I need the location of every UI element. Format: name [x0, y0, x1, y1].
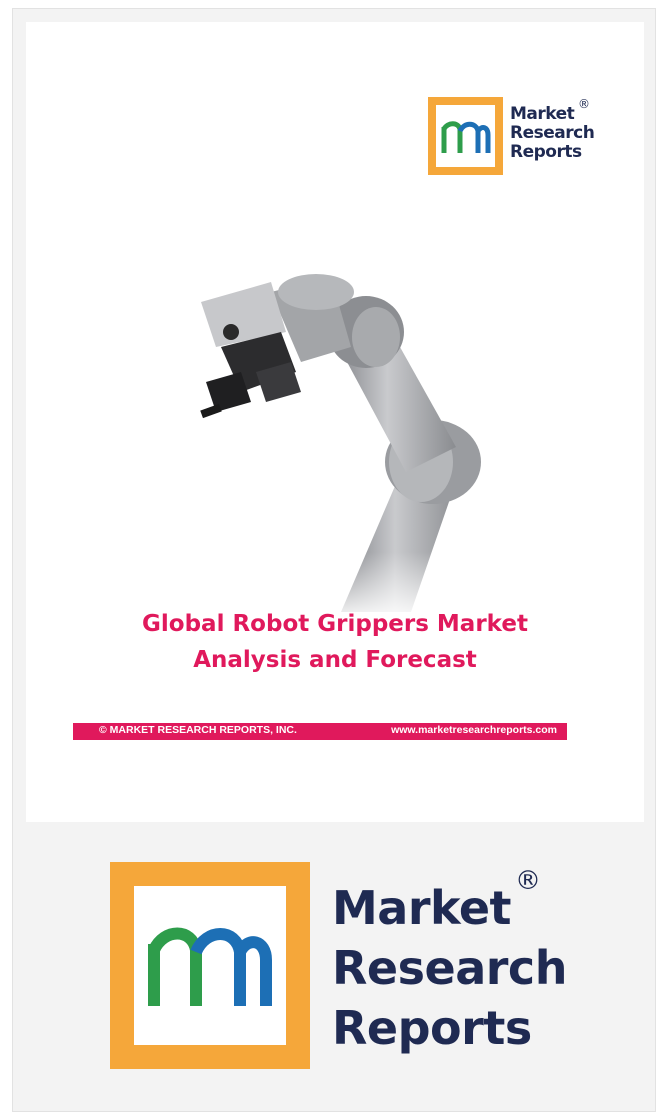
- brand-word-3: Reports: [332, 1001, 532, 1055]
- brand-m-icon: [148, 927, 272, 1006]
- report-title: Global Robot Grippers Market Analysis an…: [26, 606, 644, 678]
- website-link[interactable]: www.marketresearchreports.com: [391, 724, 557, 736]
- logo-frame: [428, 97, 503, 175]
- logo-m-icon: [441, 121, 491, 153]
- cover-logo: Market Research Reports ®: [428, 97, 608, 177]
- robot-arm-image: [200, 274, 511, 622]
- brand-word-2: Research: [332, 941, 567, 995]
- title-line-1: Global Robot Grippers Market: [142, 611, 528, 637]
- brand-logo-frame: [110, 862, 310, 1069]
- logo-word-3: Reports: [510, 142, 582, 162]
- registered-mark: ®: [578, 97, 590, 111]
- footer-band: © MARKET RESEARCH REPORTS, INC. www.mark…: [73, 723, 567, 740]
- logo-word-2: Research: [510, 123, 595, 143]
- report-cover: Market Research Reports ® Global Robot G…: [26, 22, 644, 822]
- brand-logo: Market Research Reports ®: [110, 862, 570, 1072]
- brand-registered-mark: ®: [515, 866, 541, 896]
- copyright-text: © MARKET RESEARCH REPORTS, INC.: [99, 724, 297, 736]
- title-line-2: Analysis and Forecast: [193, 647, 477, 673]
